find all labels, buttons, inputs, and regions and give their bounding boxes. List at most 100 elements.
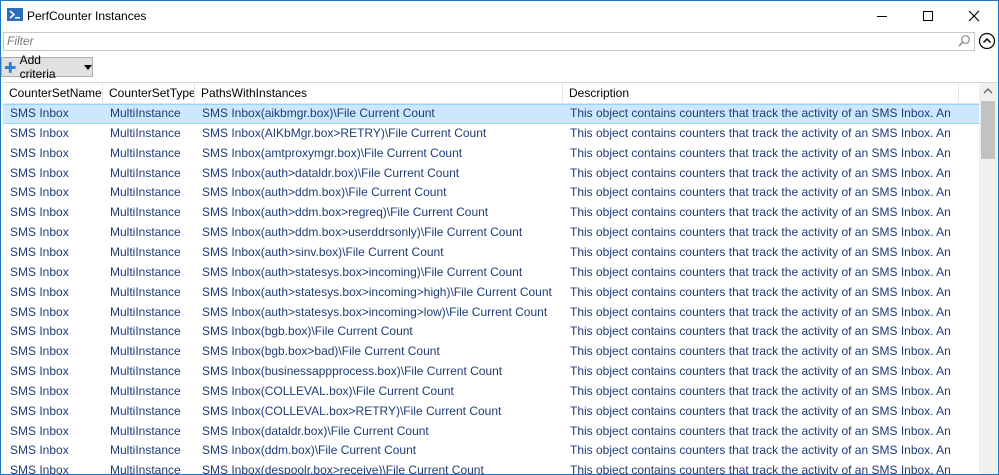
description-cell: This object contains counters that track…: [570, 324, 952, 339]
scrollbar-thumb[interactable]: [981, 101, 995, 159]
countersetname-cell: SMS Inbox: [10, 244, 69, 259]
countersetname-cell: SMS Inbox: [10, 423, 69, 438]
description-cell: This object contains counters that track…: [570, 423, 952, 438]
table-row[interactable]: SMS Inbox MultiInstance SMS Inbox(bgb.box>…: [3, 342, 979, 362]
description-cell: This object contains counters that track…: [570, 145, 952, 160]
column-header-pathswithinstances[interactable]: PathsWithInstances: [195, 83, 563, 103]
countersetname-cell: SMS Inbox: [10, 205, 69, 220]
table-row[interactable]: SMS Inbox MultiInstance SMS Inbox(auth>sta…: [3, 303, 979, 323]
table-row[interactable]: SMS Inbox MultiInstance SMS Inbox(auth>ddm…: [3, 203, 979, 223]
column-header-description[interactable]: Description: [563, 83, 959, 103]
column-header-countersettype[interactable]: CounterSetType: [103, 83, 195, 103]
countersettype-cell: MultiInstance: [110, 264, 181, 279]
path-cell: SMS Inbox(auth>sinv.box)\File Current Co…: [202, 244, 444, 259]
description-cell: This object contains counters that track…: [570, 284, 952, 299]
table-row[interactable]: SMS Inbox MultiInstance SMS Inbox(AIKbMgr.…: [3, 124, 979, 144]
close-button[interactable]: [951, 1, 997, 31]
description-cell: This object contains counters that track…: [570, 403, 952, 418]
table-row[interactable]: SMS Inbox MultiInstance SMS Inbox(dataldr.…: [3, 422, 979, 442]
description-cell: This object contains counters that track…: [570, 244, 952, 259]
path-cell: SMS Inbox(bgb.box>bad)\File Current Coun…: [202, 344, 440, 359]
maximize-icon: [923, 11, 933, 21]
collapse-up-icon[interactable]: [978, 32, 996, 50]
countersetname-cell: SMS Inbox: [10, 403, 69, 418]
path-cell: SMS Inbox(auth>statesys.box>incoming>hig…: [202, 284, 552, 299]
table-row[interactable]: SMS Inbox MultiInstance SMS Inbox(aikbmgr.…: [3, 104, 979, 124]
table-row[interactable]: SMS Inbox MultiInstance SMS Inbox(amtproxy…: [3, 144, 979, 164]
description-cell: This object contains counters that track…: [570, 463, 952, 475]
search-icon[interactable]: [957, 34, 971, 48]
table-row[interactable]: SMS Inbox MultiInstance SMS Inbox(ddm.box)…: [3, 441, 979, 461]
minimize-button[interactable]: [859, 1, 905, 31]
table-row[interactable]: SMS Inbox MultiInstance SMS Inbox(auth>sin…: [3, 243, 979, 263]
table-row[interactable]: SMS Inbox MultiInstance SMS Inbox(auth>sta…: [3, 263, 979, 283]
path-cell: SMS Inbox(amtproxymgr.box)\File Current …: [202, 145, 463, 160]
path-cell: SMS Inbox(COLLEVAL.box>RETRY)\File Curre…: [202, 403, 502, 418]
title-bar[interactable]: PerfCounter Instances: [1, 1, 998, 31]
window-title: PerfCounter Instances: [27, 9, 147, 23]
countersetname-cell: SMS Inbox: [10, 145, 69, 160]
countersettype-cell: MultiInstance: [110, 205, 181, 220]
scroll-up-icon[interactable]: [979, 83, 997, 100]
table-row[interactable]: SMS Inbox MultiInstance SMS Inbox(auth>sta…: [3, 283, 979, 303]
table-row[interactable]: SMS Inbox MultiInstance SMS Inbox(auth>ddm…: [3, 223, 979, 243]
add-criteria-label: Add criteria: [19, 53, 56, 81]
countersetname-cell: SMS Inbox: [10, 463, 69, 475]
table-row[interactable]: SMS Inbox MultiInstance SMS Inbox(despoolr…: [3, 461, 979, 475]
countersettype-cell: MultiInstance: [110, 344, 181, 359]
path-cell: SMS Inbox(auth>statesys.box>incoming>low…: [202, 304, 548, 319]
countersetname-cell: SMS Inbox: [10, 264, 69, 279]
description-cell: This object contains counters that track…: [570, 383, 952, 398]
countersetname-cell: SMS Inbox: [10, 106, 69, 120]
description-cell: This object contains counters that track…: [570, 125, 952, 140]
table-row[interactable]: SMS Inbox MultiInstance SMS Inbox(auth>dat…: [3, 164, 979, 184]
grid-header: CounterSetName CounterSetType PathsWithI…: [3, 83, 979, 104]
path-cell: SMS Inbox(auth>statesys.box>incoming)\Fi…: [202, 264, 523, 279]
path-cell: SMS Inbox(despoolr.box>receive)\File Cur…: [202, 463, 484, 475]
table-row[interactable]: SMS Inbox MultiInstance SMS Inbox(auth>ddm…: [3, 183, 979, 203]
description-cell: This object contains counters that track…: [570, 443, 952, 458]
maximize-button[interactable]: [905, 1, 951, 31]
plus-icon: [5, 61, 16, 73]
countersettype-cell: MultiInstance: [110, 244, 181, 259]
vertical-scrollbar[interactable]: [979, 83, 997, 474]
path-cell: SMS Inbox(businessappprocess.box)\File C…: [202, 364, 503, 379]
description-cell: This object contains counters that track…: [570, 364, 952, 379]
countersettype-cell: MultiInstance: [110, 225, 181, 240]
table-row[interactable]: SMS Inbox MultiInstance SMS Inbox(business…: [3, 362, 979, 382]
filter-box: [3, 32, 975, 51]
countersetname-cell: SMS Inbox: [10, 284, 69, 299]
description-cell: This object contains counters that track…: [570, 165, 952, 180]
close-icon: [968, 10, 980, 22]
description-cell: This object contains counters that track…: [570, 205, 952, 220]
description-cell: This object contains counters that track…: [570, 225, 952, 240]
countersetname-cell: SMS Inbox: [10, 225, 69, 240]
countersettype-cell: MultiInstance: [110, 364, 181, 379]
add-criteria-button[interactable]: Add criteria: [1, 53, 93, 81]
countersettype-cell: MultiInstance: [110, 403, 181, 418]
countersettype-cell: MultiInstance: [110, 185, 181, 200]
instances-grid: CounterSetName CounterSetType PathsWithI…: [3, 82, 997, 475]
filter-input[interactable]: [7, 33, 947, 49]
countersettype-cell: MultiInstance: [110, 423, 181, 438]
countersettype-cell: MultiInstance: [110, 145, 181, 160]
path-cell: SMS Inbox(dataldr.box)\File Current Coun…: [202, 423, 429, 438]
countersetname-cell: SMS Inbox: [10, 443, 69, 458]
countersettype-cell: MultiInstance: [110, 125, 181, 140]
countersetname-cell: SMS Inbox: [10, 344, 69, 359]
path-cell: SMS Inbox(bgb.box)\File Current Count: [202, 324, 413, 339]
countersettype-cell: MultiInstance: [110, 106, 181, 120]
countersettype-cell: MultiInstance: [110, 284, 181, 299]
table-row[interactable]: SMS Inbox MultiInstance SMS Inbox(COLLEVAL…: [3, 382, 979, 402]
countersetname-cell: SMS Inbox: [10, 383, 69, 398]
path-cell: SMS Inbox(auth>ddm.box)\File Current Cou…: [202, 185, 447, 200]
countersettype-cell: MultiInstance: [110, 443, 181, 458]
countersettype-cell: MultiInstance: [110, 304, 181, 319]
path-cell: SMS Inbox(auth>ddm.box>regreq)\File Curr…: [202, 205, 489, 220]
column-header-countersetname[interactable]: CounterSetName: [3, 83, 103, 103]
table-row[interactable]: SMS Inbox MultiInstance SMS Inbox(bgb.box)…: [3, 322, 979, 342]
table-row[interactable]: SMS Inbox MultiInstance SMS Inbox(COLLEVAL…: [3, 402, 979, 422]
countersetname-cell: SMS Inbox: [10, 185, 69, 200]
minimize-icon: [877, 16, 887, 17]
countersetname-cell: SMS Inbox: [10, 324, 69, 339]
